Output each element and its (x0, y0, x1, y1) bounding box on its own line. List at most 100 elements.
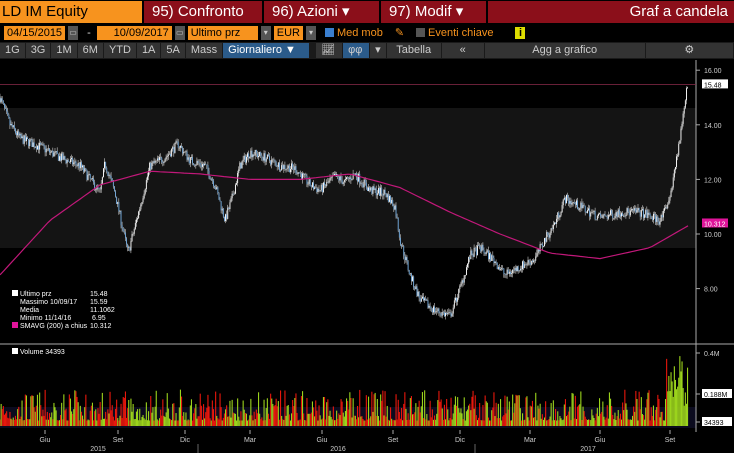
frequency-select[interactable]: Giornaliero ▼ (223, 43, 310, 58)
volume-bar (280, 390, 282, 426)
confronto-button[interactable]: 95) Confronto (144, 1, 262, 23)
chevron-down-icon[interactable]: ▾ (370, 43, 386, 58)
candle (40, 142, 42, 145)
candle (19, 133, 21, 136)
candle (658, 221, 660, 225)
volume-bar (382, 390, 384, 426)
candle (244, 155, 246, 163)
calendar-icon[interactable]: ▭ (174, 25, 185, 40)
candle (547, 232, 549, 235)
volume-bar (474, 395, 476, 426)
candle (313, 182, 314, 190)
candle (127, 244, 129, 248)
line-chart-icon[interactable]: 📈︎ (316, 43, 343, 58)
volume-bar (579, 404, 581, 426)
candle (53, 152, 55, 157)
azioni-button[interactable]: 96) Azioni ▾ (264, 1, 379, 23)
volume-bar (432, 419, 434, 426)
start-date-input[interactable]: 04/15/2015 (4, 25, 66, 40)
candle (508, 271, 510, 274)
end-date-input[interactable]: 10/09/2017 (96, 25, 172, 40)
volume-bar (75, 391, 77, 426)
candle (198, 162, 200, 164)
volume-bar (189, 405, 191, 426)
volume-bar (102, 418, 104, 426)
candle (210, 178, 212, 180)
candle (147, 176, 148, 180)
volume-bar (223, 413, 225, 426)
period-mass[interactable]: Mass (185, 43, 223, 58)
candle (435, 311, 437, 313)
volume-bar (359, 389, 361, 426)
period-1g[interactable]: 1G (0, 43, 25, 58)
period-ytd[interactable]: YTD (103, 43, 136, 58)
candle (60, 156, 61, 161)
volume-bar (124, 391, 126, 426)
volume-bar (441, 408, 443, 426)
candle (312, 182, 313, 187)
volume-bar (687, 367, 689, 426)
collapse-button[interactable]: « (441, 43, 484, 58)
azioni-label: 96) Azioni (272, 3, 338, 20)
candle (416, 286, 418, 296)
candle (328, 180, 330, 183)
volume-bar (281, 415, 283, 426)
pencil-icon[interactable]: ✎ (395, 26, 404, 39)
candle (607, 214, 609, 219)
add-to-chart-button[interactable]: Agg a grafico (484, 43, 645, 58)
candle (400, 237, 401, 245)
currency-select[interactable]: EUR (273, 25, 303, 40)
volume-bar (457, 397, 459, 426)
info-icon[interactable]: i (515, 26, 526, 39)
volume-bar (306, 398, 308, 426)
volume-bar (523, 420, 525, 426)
volume-bar (85, 394, 87, 426)
eventi-checkbox[interactable] (416, 28, 426, 37)
volume-bar (410, 396, 412, 426)
period-6m[interactable]: 6M (77, 43, 103, 58)
candle (514, 267, 516, 271)
volume-bar (603, 416, 605, 426)
candle (545, 238, 547, 242)
settings-icon[interactable]: ⚙ (645, 43, 733, 58)
candle (211, 178, 213, 181)
candle-icon[interactable]: φφ (343, 43, 370, 58)
volume-bar (299, 419, 301, 426)
volume-bar (134, 418, 136, 426)
candle (533, 260, 534, 262)
modif-button[interactable]: 97) Modif ▾ (381, 1, 486, 23)
tabella-button[interactable]: Tabella (386, 43, 441, 58)
volume-bar (256, 413, 258, 426)
candle (326, 181, 328, 186)
volume-bar (129, 420, 131, 426)
candle (140, 204, 142, 210)
candle (248, 153, 250, 159)
candle (598, 214, 599, 216)
candle (6, 108, 8, 112)
calendar-icon[interactable]: ▭ (68, 25, 79, 40)
chevron-down-icon[interactable]: ▾ (305, 25, 316, 40)
period-5a[interactable]: 5A (161, 43, 185, 58)
volume-bar (314, 416, 316, 426)
volume-bar (384, 391, 386, 426)
med-mob-checkbox[interactable] (324, 28, 334, 37)
price-chart[interactable]: 16.00 14.00 12.00 10.00 8.00 15.48 10.312 0.4M 0… (0, 60, 734, 453)
volume-bar (421, 392, 423, 426)
x-tick-label: Giu (40, 437, 51, 444)
candle (481, 244, 483, 252)
volume-bar (566, 416, 568, 426)
field-select[interactable]: Ultimo prz (187, 25, 258, 40)
ticker-field[interactable]: LD IM Equity (0, 1, 142, 23)
period-1a[interactable]: 1A (136, 43, 161, 58)
volume-bar (672, 396, 674, 426)
period-1m[interactable]: 1M (51, 43, 77, 58)
chevron-down-icon[interactable]: ▾ (260, 25, 271, 40)
period-3g[interactable]: 3G (25, 43, 51, 58)
volume-bar (515, 394, 517, 426)
volume-bar (297, 420, 299, 426)
volume-bar (386, 405, 388, 426)
candle (382, 194, 384, 196)
volume-bar (533, 417, 535, 426)
candle (415, 286, 417, 290)
candle (320, 184, 322, 191)
